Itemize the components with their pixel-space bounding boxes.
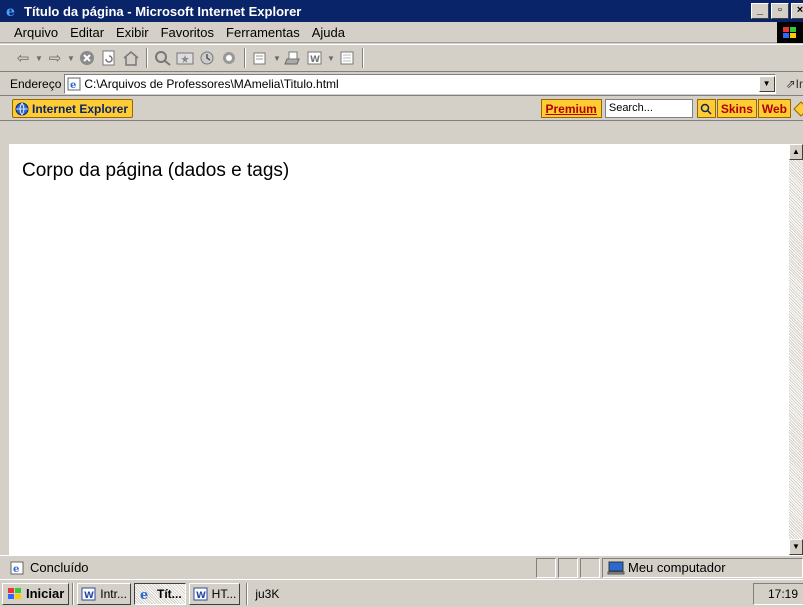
mail-dropdown-icon[interactable]: ▼ [272,54,282,63]
diamond-icon[interactable] [791,99,803,118]
word-icon: W [81,587,96,601]
task-word-ht[interactable]: W HT... [188,582,241,605]
menu-exibir[interactable]: Exibir [110,25,155,40]
toolbar-separator [244,48,246,68]
security-zone: Meu computador [602,557,803,578]
menu-ferramentas[interactable]: Ferramentas [220,25,306,40]
minimize-button[interactable]: _ [751,3,769,19]
svg-text:W: W [310,55,320,65]
address-input[interactable]: e C:\Arquivos de Professores\MAmelia\Tit… [64,73,776,94]
status-cell [558,557,578,578]
ie-icon: e [140,588,148,601]
start-label: Iniciar [26,586,65,601]
task-label: Intr... [100,586,127,601]
task-word-intr[interactable]: W Intr... [77,582,131,605]
print-icon[interactable] [282,47,304,69]
go-button[interactable]: ⇗ Ir [776,77,803,91]
address-url[interactable]: C:\Arquivos de Professores\MAmelia\Titul… [84,77,338,91]
mail-icon[interactable] [250,47,272,69]
svg-text:e: e [6,4,15,19]
menu-ajuda[interactable]: Ajuda [306,25,351,40]
address-dropdown-icon[interactable]: ▼ [758,75,775,92]
status-cell [536,557,556,578]
ie-logo-icon: e [4,3,20,19]
internet-explorer-label: Internet Explorer [32,101,129,116]
page-body-text: Corpo da página (dados e tags) [22,160,290,181]
vertical-scrollbar[interactable]: ▲ ▼ [789,144,803,555]
computer-icon [607,561,625,574]
edit-dropdown-icon[interactable]: ▼ [326,54,336,63]
tray-text[interactable]: ju3K [251,587,279,601]
address-label: Endereço [10,76,62,91]
history-icon[interactable] [196,47,218,69]
task-label: HT... [211,586,237,601]
clock[interactable]: 17:19 [753,583,803,605]
forward-icon[interactable]: ⇨ [44,47,66,69]
edit-word-icon[interactable]: W [304,47,326,69]
discuss-icon[interactable] [336,47,358,69]
internet-explorer-button[interactable]: Internet Explorer [12,99,134,118]
menu-bar: Arquivo Editar Exibir Favoritos Ferramen… [0,22,803,43]
page-status-icon: e [10,561,24,575]
search-go-icon[interactable] [696,99,716,118]
toolbar-separator [362,48,364,68]
menu-arquivo[interactable]: Arquivo [0,25,64,40]
svg-text:e: e [140,588,148,601]
taskbar-separator [72,582,75,605]
menu-editar[interactable]: Editar [64,25,110,40]
web-button[interactable]: Web [757,99,791,118]
standard-toolbar: ⇦ ▼ ⇨ ▼ ▼ W ▼ [0,44,803,72]
windows-logo-icon [777,22,803,43]
svg-text:e: e [70,80,76,91]
menu-favoritos[interactable]: Favoritos [155,25,220,40]
word-icon: W [193,587,208,601]
task-ie-titulo[interactable]: e Tít... [133,582,186,605]
toolbar-separator [146,48,148,68]
svg-text:W: W [196,591,206,601]
zone-label: Meu computador [628,560,726,575]
maximize-button[interactable]: ▫ [771,3,789,19]
search-icon[interactable] [152,47,174,69]
svg-text:W: W [84,591,94,601]
title-bar[interactable]: e Título da página - Microsoft Internet … [0,0,803,22]
back-icon[interactable]: ⇦ [12,47,34,69]
task-label: Tít... [156,586,182,601]
taskbar: Iniciar W Intr... e Tít... W HT... ju3K … [0,579,803,607]
page-content: Corpo da página (dados e tags) [9,144,789,555]
premium-button[interactable]: Premium [540,99,602,118]
status-bar: e Concluído Meu computador [0,555,803,579]
window-title: Título da página - Microsoft Internet Ex… [24,3,302,19]
scroll-down-icon[interactable]: ▼ [789,539,803,555]
start-button[interactable]: Iniciar [2,582,70,605]
page-icon: e [67,77,81,91]
forward-dropdown-icon[interactable]: ▼ [66,54,76,63]
channels-icon[interactable] [218,47,240,69]
status-cell [580,557,600,578]
windows-flag-icon [8,587,21,599]
refresh-icon[interactable] [98,47,120,69]
stop-icon[interactable] [76,47,98,69]
close-button[interactable]: × [791,3,803,19]
skins-button[interactable]: Skins [716,99,757,118]
go-label: Ir [795,76,803,91]
address-bar: Endereço e C:\Arquivos de Professores\MA… [0,72,803,96]
globe-icon [15,102,29,115]
home-icon[interactable] [120,47,142,69]
go-arrow-icon: ⇗ [785,76,796,91]
brand-toolbar: Internet Explorer Premium Search... Skin… [0,97,803,121]
scroll-up-icon[interactable]: ▲ [789,144,803,160]
back-dropdown-icon[interactable]: ▼ [34,54,44,63]
status-text: Concluído [30,560,89,575]
taskbar-separator [246,582,249,605]
favorites-icon[interactable] [174,47,196,69]
brand-search-input[interactable]: Search... [604,99,693,118]
svg-text:e: e [13,564,19,575]
